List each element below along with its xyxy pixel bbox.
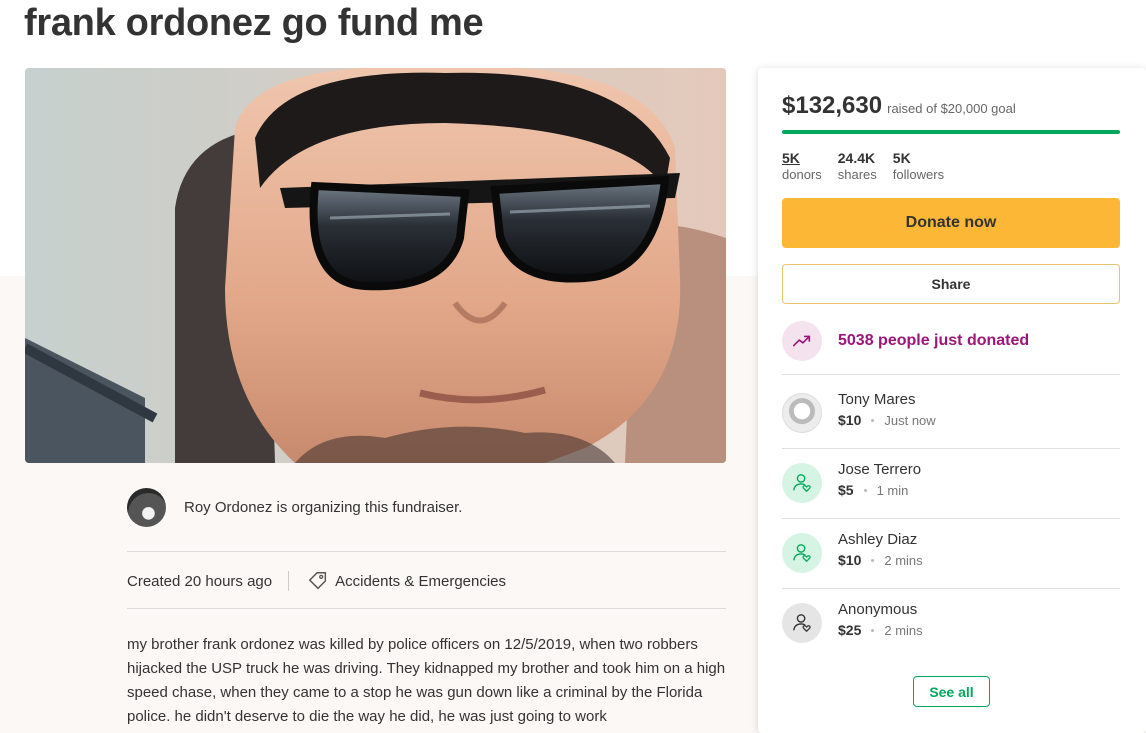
divider	[782, 448, 1120, 449]
raised-goal: raised of $20,000 goal	[887, 101, 1016, 116]
tag-icon	[309, 572, 327, 590]
donor-item: Ashley Diaz $10 2 mins	[782, 531, 923, 573]
stat-value: 5K	[782, 150, 800, 166]
donor-name: Anonymous	[838, 601, 918, 618]
divider	[782, 374, 1120, 375]
stat-donors[interactable]: 5K donors	[782, 150, 822, 182]
stat-followers: 5K followers	[893, 150, 944, 182]
donation-card: $132,630 raised of $20,000 goal 5K donor…	[758, 68, 1146, 733]
raised-summary: $132,630 raised of $20,000 goal	[782, 92, 1016, 120]
donor-amount: $25	[838, 622, 862, 638]
recent-donations-text: 5038 people just donated	[838, 332, 1030, 349]
donor-time: 1 min	[876, 482, 909, 498]
category-link[interactable]: Accidents & Emergencies	[335, 573, 506, 590]
stat-label: shares	[837, 167, 877, 182]
donor-item: Jose Terrero $5 1 min	[782, 461, 921, 503]
donor-time: Just now	[884, 412, 936, 428]
see-all-button[interactable]: See all	[913, 676, 990, 707]
organizer-avatar[interactable]	[127, 488, 166, 527]
donor-avatar	[782, 393, 822, 433]
donor-item: Tony Mares $10 Just now	[782, 391, 936, 433]
fundraiser-photo	[25, 68, 726, 463]
raised-amount: $132,630	[782, 92, 883, 119]
donor-name: Tony Mares	[838, 391, 916, 408]
meta-separator	[288, 571, 290, 591]
person-heart-icon	[782, 603, 822, 643]
person-heart-icon	[782, 463, 822, 503]
donor-time: 2 mins	[884, 622, 923, 638]
person-heart-icon	[782, 533, 822, 573]
divider	[782, 588, 1120, 589]
progress-fill	[782, 130, 1120, 134]
stat-label: followers	[892, 167, 945, 182]
donor-name: Jose Terrero	[838, 461, 922, 478]
donor-name: Ashley Diaz	[838, 531, 918, 548]
separator-dot	[871, 558, 875, 562]
story-text: my brother frank ordonez was killed by p…	[127, 636, 726, 725]
progress-bar	[782, 130, 1120, 134]
stat-shares: 24.4K shares	[838, 150, 877, 182]
separator-dot	[863, 488, 867, 492]
stat-label: donors	[782, 167, 822, 182]
separator-dot	[871, 628, 875, 632]
organizer-text: Roy Ordonez is organizing this fundraise…	[184, 499, 463, 516]
recent-donations-banner: 5038 people just donated	[782, 321, 1029, 361]
donor-amount: $10	[838, 552, 862, 568]
donor-time: 2 mins	[884, 552, 923, 568]
page-title: frank ordonez go fund me	[24, 2, 484, 44]
stats-row: 5K donors 24.4K shares 5K followers	[782, 150, 944, 182]
created-time: Created 20 hours ago	[127, 572, 273, 590]
organizer-row: Roy Ordonez is organizing this fundraise…	[127, 488, 462, 527]
stat-value: 5K	[892, 150, 911, 166]
stat-value: 24.4K	[837, 150, 876, 166]
separator-dot	[871, 418, 875, 422]
donate-now-button[interactable]: Donate now	[782, 198, 1120, 248]
share-button[interactable]: Share	[782, 264, 1120, 304]
divider	[127, 551, 726, 552]
donor-amount: $10	[838, 412, 862, 428]
divider	[782, 518, 1120, 519]
trending-up-icon	[782, 321, 822, 361]
donor-item: Anonymous $25 2 mins	[782, 601, 923, 643]
divider	[127, 608, 726, 609]
donor-amount: $5	[838, 482, 854, 498]
meta-row: Created 20 hours ago Accidents & Emergen…	[127, 570, 506, 592]
